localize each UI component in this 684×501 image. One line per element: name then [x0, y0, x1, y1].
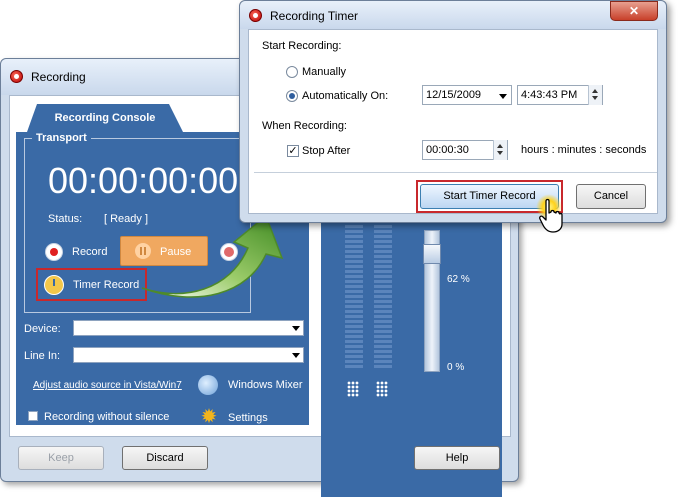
- time-spinner[interactable]: [588, 85, 602, 105]
- stop-after-spinner[interactable]: [493, 140, 507, 160]
- spin-down-icon[interactable]: [497, 151, 503, 155]
- status-label: Status:: [48, 213, 83, 225]
- line-in-select[interactable]: [73, 347, 304, 363]
- stop-after-field[interactable]: 00:00:30: [422, 140, 508, 160]
- spin-down-icon[interactable]: [592, 96, 598, 100]
- level-meter-left: [345, 220, 363, 370]
- recording-without-silence-checkbox[interactable]: [28, 411, 38, 421]
- automatically-radio[interactable]: [286, 90, 298, 102]
- spin-up-icon[interactable]: [497, 144, 503, 148]
- stopwatch-icon[interactable]: [44, 275, 64, 295]
- time-field[interactable]: 4:43:43 PM: [517, 85, 603, 105]
- transport-label: Transport: [32, 132, 91, 144]
- start-recording-label: Start Recording:: [262, 40, 342, 52]
- timer-title-bar[interactable]: Recording Timer ✕: [240, 1, 666, 29]
- manually-radio[interactable]: [286, 66, 298, 78]
- timer-record-button-label[interactable]: Timer Record: [73, 279, 139, 291]
- windows-mixer-label[interactable]: Windows Mixer: [228, 379, 303, 391]
- discard-button[interactable]: Discard: [122, 446, 208, 470]
- window-title: Recording: [31, 70, 86, 84]
- meter-grip-right: [376, 381, 388, 397]
- recording-without-silence-label[interactable]: Recording without silence: [44, 411, 169, 423]
- chevron-down-icon: [292, 326, 300, 331]
- dialog-title: Recording Timer: [270, 9, 359, 23]
- record-dot-icon: [10, 70, 23, 83]
- time-value: 4:43:43 PM: [521, 89, 578, 101]
- stop-after-label[interactable]: Stop After: [302, 145, 350, 157]
- line-in-label: Line In:: [24, 350, 61, 362]
- when-recording-label: When Recording:: [262, 120, 347, 132]
- units-label: hours : minutes : seconds: [521, 144, 647, 156]
- adjust-audio-source-link[interactable]: Adjust audio source in Vista/Win7: [33, 380, 182, 391]
- meter-grip-left: [347, 381, 359, 397]
- hand-pointer-icon: [539, 198, 563, 233]
- record-button-label[interactable]: Record: [72, 246, 107, 258]
- tab-recording-console[interactable]: Recording Console: [27, 104, 183, 132]
- gear-icon[interactable]: ✹: [199, 407, 219, 427]
- stop-after-checkbox[interactable]: ✓: [287, 145, 299, 157]
- chevron-down-icon: [292, 353, 300, 358]
- level-bottom-label: 0 %: [447, 362, 465, 373]
- date-picker[interactable]: 12/15/2009: [422, 85, 512, 105]
- help-button[interactable]: Help: [414, 446, 500, 470]
- tab-label: Recording Console: [54, 112, 156, 124]
- cancel-button[interactable]: Cancel: [576, 184, 646, 209]
- manually-label[interactable]: Manually: [302, 66, 346, 78]
- stop-after-value: 00:00:30: [426, 144, 469, 156]
- close-icon[interactable]: ✕: [610, 1, 658, 21]
- volume-slider-thumb[interactable]: [423, 244, 441, 264]
- dialog-divider: [254, 172, 657, 173]
- keep-button[interactable]: Keep: [18, 446, 104, 470]
- level-top-label: 62 %: [447, 274, 470, 285]
- automatically-label[interactable]: Automatically On:: [302, 90, 388, 102]
- date-value: 12/15/2009: [426, 89, 482, 101]
- level-meter-right: [374, 220, 392, 370]
- speaker-icon[interactable]: [198, 375, 218, 395]
- record-dot-icon: [249, 9, 262, 22]
- device-label: Device:: [24, 323, 61, 335]
- device-select[interactable]: [73, 320, 304, 336]
- spin-up-icon[interactable]: [592, 89, 598, 93]
- chevron-down-icon[interactable]: [499, 94, 507, 99]
- settings-label[interactable]: Settings: [228, 412, 268, 424]
- record-icon[interactable]: [45, 243, 63, 261]
